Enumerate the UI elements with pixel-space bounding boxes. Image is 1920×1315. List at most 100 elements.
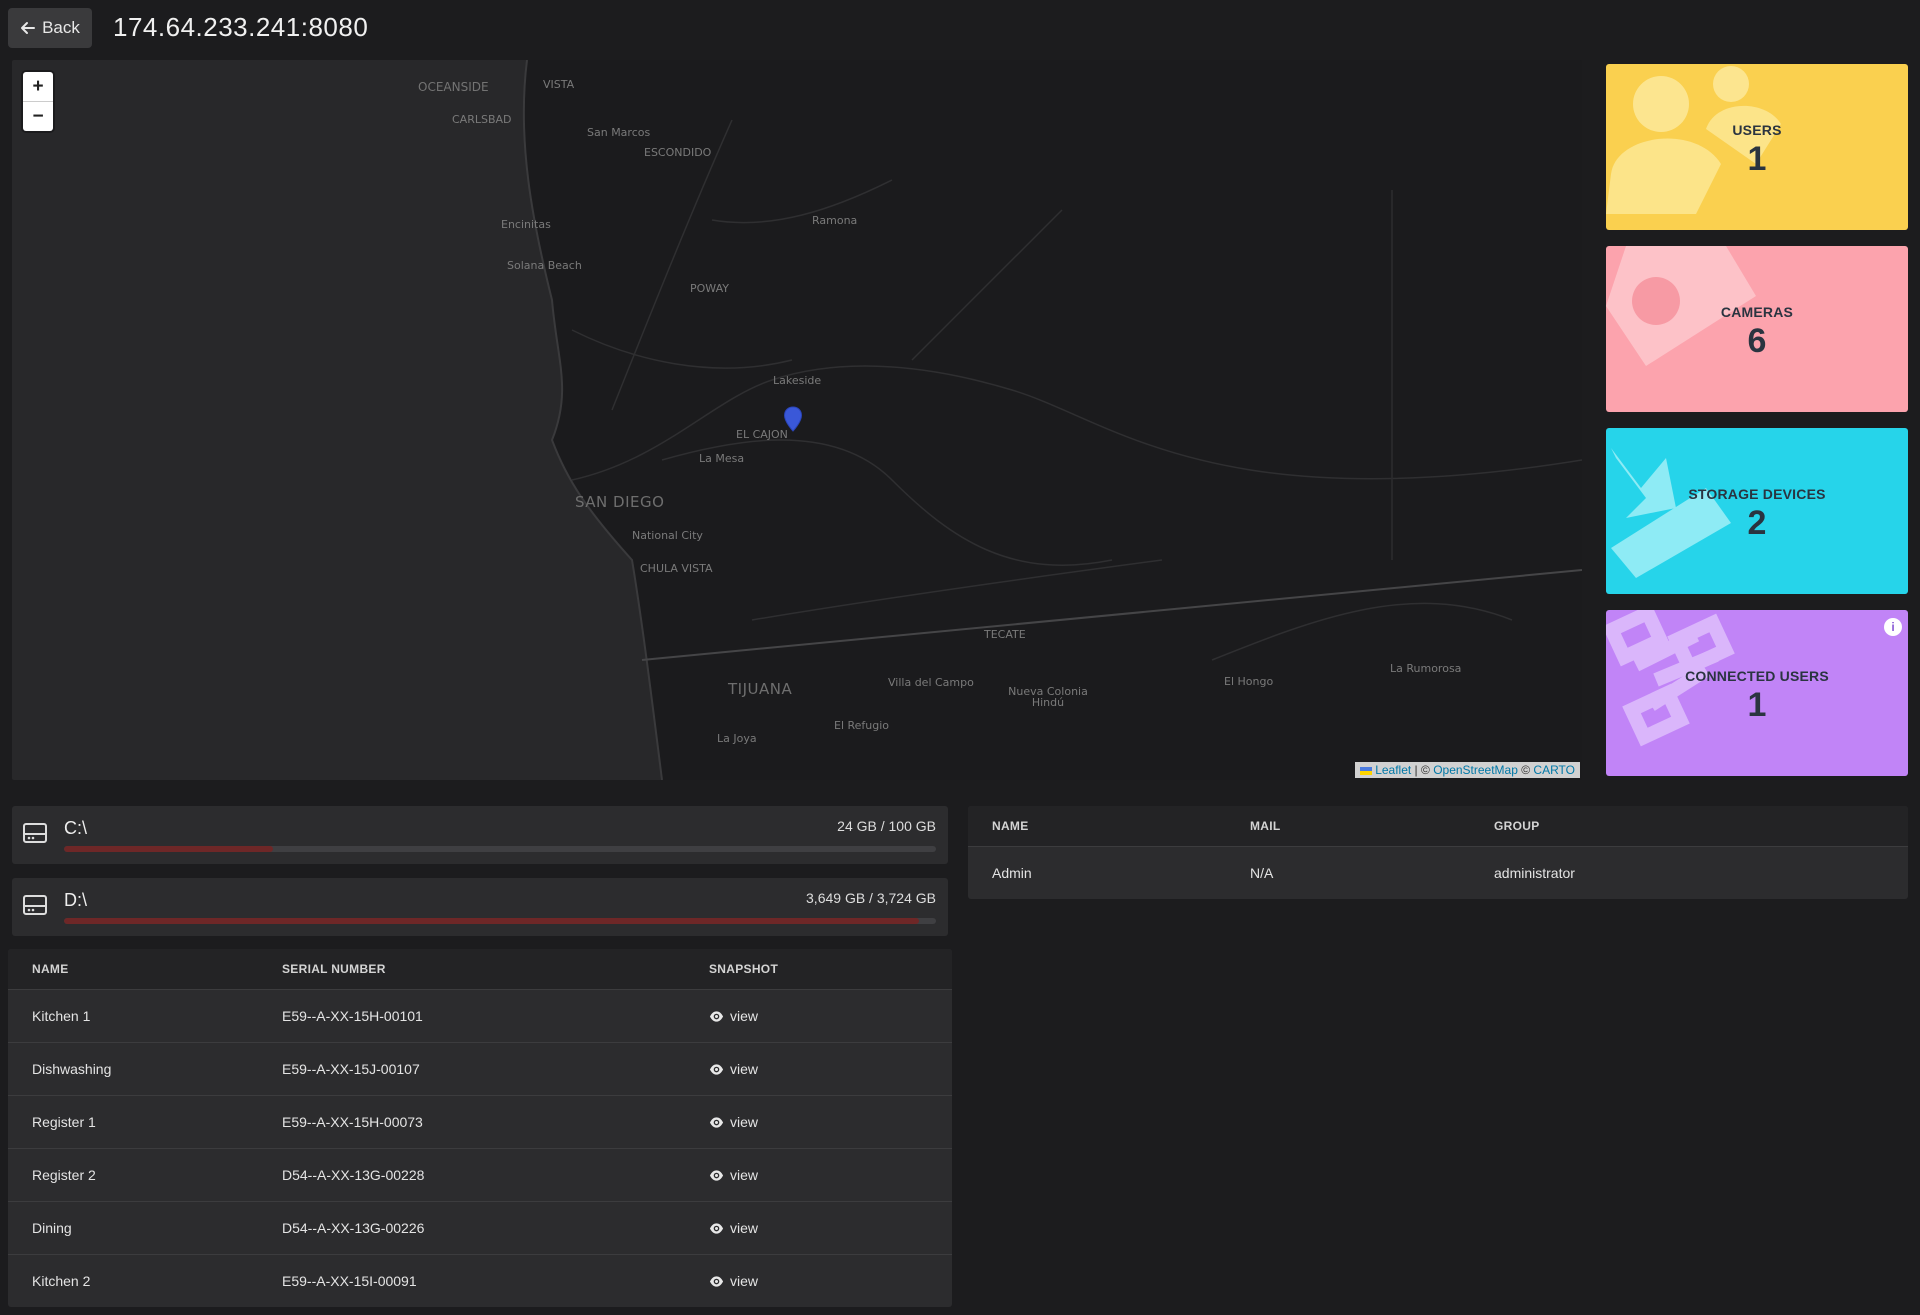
ukraine-flag-icon (1360, 766, 1373, 775)
column-header-mail[interactable]: MAIL (1250, 819, 1494, 833)
map-label-national-city: National City (632, 529, 703, 542)
camera-name: Dishwashing (32, 1061, 112, 1077)
camera-serial: E59--A-XX-15H-00073 (282, 1114, 423, 1130)
map-label-san-diego: SAN DIEGO (575, 493, 665, 511)
camera-serial: D54--A-XX-13G-00226 (282, 1220, 425, 1236)
table-header: NAME MAIL GROUP (968, 806, 1908, 846)
map-marker-icon[interactable] (783, 406, 803, 432)
zoom-controls: + − (23, 72, 53, 131)
view-label: view (730, 1008, 759, 1024)
column-header-serial[interactable]: SERIAL NUMBER (282, 962, 709, 976)
drive-usage-bar (64, 918, 936, 924)
cameras-table: NAME SERIAL NUMBER SNAPSHOT Kitchen 1 E59… (8, 949, 952, 1307)
map-label-el-hongo: El Hongo (1224, 675, 1274, 688)
hard-drive-icon (23, 823, 47, 843)
drive-usage-bar (64, 846, 936, 852)
eye-icon (709, 1116, 724, 1128)
table-row[interactable]: Kitchen 1 E59--A-XX-15H-00101 view (8, 989, 952, 1042)
table-row[interactable]: Dining D54--A-XX-13G-00226 view (8, 1201, 952, 1254)
storage-devices-card-label: STORAGE DEVICES (1688, 486, 1826, 502)
view-snapshot-link[interactable]: view (709, 1114, 758, 1130)
view-snapshot-link[interactable]: view (709, 1167, 758, 1183)
map-label-la-mesa: La Mesa (699, 452, 745, 465)
carto-link[interactable]: CARTO (1533, 763, 1575, 777)
drive-c: C:\ 24 GB / 100 GB (12, 806, 948, 864)
column-header-snapshot: SNAPSHOT (709, 962, 779, 976)
leaflet-link[interactable]: Leaflet (1375, 763, 1411, 777)
cameras-card-label: CAMERAS (1720, 304, 1794, 320)
map[interactable]: + − OCEANSIDE VISTA CARLSBAD San Marcos … (12, 60, 1582, 780)
map-label-lakeside: Lakeside (773, 374, 822, 387)
storage-devices-card-value: 2 (1747, 504, 1767, 542)
users-table: NAME MAIL GROUP Admin N/A administrator (968, 806, 1908, 899)
cameras-card-value: 6 (1747, 322, 1767, 360)
table-row[interactable]: Register 1 E59--A-XX-15H-00073 view (8, 1095, 952, 1148)
map-label-ramona: Ramona (812, 214, 858, 227)
view-snapshot-link[interactable]: view (709, 1061, 758, 1077)
page-title: 174.64.233.241:8080 (113, 12, 369, 42)
table-row[interactable]: Dishwashing E59--A-XX-15J-00107 view (8, 1042, 952, 1095)
map-attribution: Leaflet | © OpenStreetMap © CARTO (1355, 762, 1580, 778)
storage-devices-card[interactable]: STORAGE DEVICES 2 (1606, 428, 1908, 594)
camera-serial: D54--A-XX-13G-00228 (282, 1167, 425, 1183)
map-label-escondido: ESCONDIDO (644, 146, 712, 159)
eye-icon (709, 1222, 724, 1234)
column-header-group[interactable]: GROUP (1494, 819, 1540, 833)
camera-serial: E59--A-XX-15H-00101 (282, 1008, 423, 1024)
view-label: view (730, 1273, 759, 1289)
view-snapshot-link[interactable]: view (709, 1008, 758, 1024)
drive-usage-fill (64, 846, 274, 852)
arrow-left-icon (21, 22, 36, 34)
map-label-la-rumorosa: La Rumorosa (1390, 662, 1462, 675)
users-card[interactable]: USERS 1 (1606, 64, 1908, 230)
view-label: view (730, 1167, 759, 1183)
zoom-in-button[interactable]: + (23, 72, 53, 102)
drive-usage: 24 GB / 100 GB (837, 818, 936, 834)
map-label-oceanside: OCEANSIDE (418, 80, 489, 94)
openstreetmap-link[interactable]: OpenStreetMap (1433, 763, 1518, 777)
map-label-el-refugio: El Refugio (834, 719, 890, 732)
connected-users-card-label: CONNECTED USERS (1685, 668, 1829, 684)
column-header-name[interactable]: NAME (968, 819, 1250, 833)
drive-usage-fill (64, 918, 919, 924)
eye-icon (709, 1169, 724, 1181)
user-mail: N/A (1250, 865, 1274, 881)
map-label-villa-del-campo: Villa del Campo (888, 676, 974, 689)
camera-name: Kitchen 1 (32, 1008, 91, 1024)
view-label: view (730, 1114, 759, 1130)
users-card-value: 1 (1747, 140, 1767, 178)
table-row[interactable]: Register 2 D54--A-XX-13G-00228 view (8, 1148, 952, 1201)
map-label-nueva-colonia: Nueva Colonia Hindú (1008, 685, 1088, 709)
column-header-name[interactable]: NAME (8, 962, 282, 976)
eye-icon (709, 1063, 724, 1075)
map-label-tijuana: TIJUANA (728, 680, 793, 698)
table-header: NAME SERIAL NUMBER SNAPSHOT (8, 949, 952, 989)
back-button[interactable]: Back (8, 8, 92, 48)
users-card-label: USERS (1732, 122, 1782, 138)
table-row[interactable]: Admin N/A administrator (968, 846, 1908, 899)
map-label-el-cajon: EL CAJON (736, 428, 788, 441)
map-label-vista: VISTA (543, 78, 575, 91)
view-snapshot-link[interactable]: view (709, 1273, 758, 1289)
map-label-tecate: TECATE (984, 628, 1026, 641)
connected-users-card[interactable]: i CONNECTED USERS 1 (1606, 610, 1908, 776)
drive-usage: 3,649 GB / 3,724 GB (806, 890, 936, 906)
cameras-card[interactable]: CAMERAS 6 (1606, 246, 1908, 412)
attribution-separator: © (1517, 763, 1534, 777)
view-label: view (730, 1061, 759, 1077)
user-name: Admin (992, 865, 1032, 881)
camera-name: Register 1 (32, 1114, 96, 1130)
drive-name: D:\ (64, 890, 88, 910)
camera-name: Kitchen 2 (32, 1273, 91, 1289)
view-label: view (730, 1220, 759, 1236)
view-snapshot-link[interactable]: view (709, 1220, 758, 1236)
table-row[interactable]: Kitchen 2 E59--A-XX-15I-00091 view (8, 1254, 952, 1307)
eye-icon (709, 1010, 724, 1022)
zoom-out-button[interactable]: − (23, 102, 53, 131)
map-label-chula-vista: CHULA VISTA (640, 562, 713, 575)
info-icon[interactable]: i (1884, 618, 1902, 636)
camera-serial: E59--A-XX-15I-00091 (282, 1273, 417, 1289)
map-label-la-joya: La Joya (717, 732, 757, 745)
camera-serial: E59--A-XX-15J-00107 (282, 1061, 420, 1077)
map-label-carlsbad: CARLSBAD (452, 113, 512, 126)
